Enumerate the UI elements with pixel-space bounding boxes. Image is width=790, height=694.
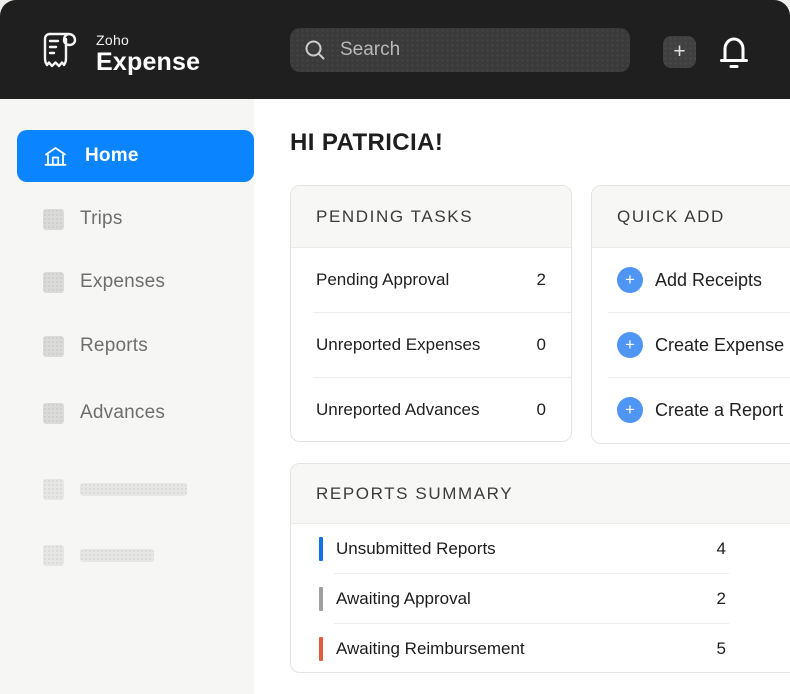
sidebar-skeleton-item <box>0 533 254 577</box>
row-value: 0 <box>537 400 546 420</box>
create-report-button[interactable]: + Create a Report <box>592 378 790 442</box>
trips-placeholder-icon <box>43 209 64 230</box>
status-tick <box>319 587 323 611</box>
app-logo[interactable]: Zoho Expense <box>38 28 200 79</box>
action-label: Create Expense <box>655 335 784 356</box>
unreported-expenses-row[interactable]: Unreported Expenses 0 <box>291 313 571 377</box>
search-input[interactable] <box>340 39 616 61</box>
reports-summary-card: REPORTS SUMMARY Unsubmitted Reports 4 Aw… <box>290 463 790 673</box>
sidebar-item-home[interactable]: Home <box>17 130 254 182</box>
row-value: 4 <box>717 539 726 559</box>
sidebar-skeleton-item <box>0 467 254 511</box>
pending-tasks-card: PENDING TASKS Pending Approval 2 Unrepor… <box>290 185 572 442</box>
sidebar-item-reports[interactable]: Reports <box>0 324 254 368</box>
sidebar-item-label: Home <box>85 145 139 167</box>
sidebar-item-trips[interactable]: Trips <box>0 197 254 241</box>
expenses-placeholder-icon <box>43 272 64 293</box>
status-tick <box>319 537 323 561</box>
row-value: 5 <box>717 639 726 659</box>
sidebar-item-expenses[interactable]: Expenses <box>0 260 254 304</box>
bell-icon <box>717 34 751 70</box>
skeleton-icon <box>43 545 64 566</box>
brand-zoho: Zoho <box>96 33 200 47</box>
unreported-advances-row[interactable]: Unreported Advances 0 <box>291 378 571 442</box>
sidebar-item-label: Expenses <box>80 271 165 293</box>
search-box[interactable] <box>290 28 630 72</box>
reports-placeholder-icon <box>43 336 64 357</box>
quick-add-header: QUICK ADD <box>592 186 790 248</box>
sidebar-item-label: Advances <box>80 402 165 424</box>
skeleton-bar <box>80 483 187 496</box>
advances-placeholder-icon <box>43 403 64 424</box>
plus-circle-icon: + <box>617 332 643 358</box>
row-label: Unreported Advances <box>316 400 537 420</box>
logo-wordmark: Zoho Expense <box>96 33 200 75</box>
add-receipts-button[interactable]: + Add Receipts <box>592 248 790 312</box>
action-label: Add Receipts <box>655 270 762 291</box>
row-value: 2 <box>717 589 726 609</box>
add-button[interactable]: + <box>663 36 696 68</box>
row-label: Awaiting Reimbursement <box>336 639 717 659</box>
sidebar-item-label: Reports <box>80 335 148 357</box>
greeting-heading: HI PATRICIA! <box>290 129 443 157</box>
quick-add-card: QUICK ADD + Add Receipts + Create Expens… <box>591 185 790 444</box>
row-label: Unreported Expenses <box>316 335 537 355</box>
status-tick <box>319 637 323 661</box>
skeleton-icon <box>43 479 64 500</box>
notifications-button[interactable] <box>716 33 752 71</box>
sidebar: Home Trips Expenses Reports Advances <box>0 99 254 694</box>
row-value: 0 <box>537 335 546 355</box>
awaiting-reimbursement-row[interactable]: Awaiting Reimbursement 5 <box>291 624 790 673</box>
skeleton-bar <box>80 549 154 562</box>
unsubmitted-reports-row[interactable]: Unsubmitted Reports 4 <box>291 524 790 573</box>
awaiting-approval-row[interactable]: Awaiting Approval 2 <box>291 574 790 623</box>
row-label: Awaiting Approval <box>336 589 717 609</box>
card-title: REPORTS SUMMARY <box>316 484 513 504</box>
plus-icon: + <box>673 41 685 62</box>
sidebar-item-label: Trips <box>80 208 123 230</box>
card-title: PENDING TASKS <box>316 207 473 227</box>
row-value: 2 <box>537 270 546 290</box>
search-icon <box>304 39 326 61</box>
row-label: Pending Approval <box>316 270 537 290</box>
sidebar-item-advances[interactable]: Advances <box>0 391 254 435</box>
pending-tasks-header: PENDING TASKS <box>291 186 571 248</box>
create-expense-button[interactable]: + Create Expense <box>592 313 790 377</box>
main-content: HI PATRICIA! PENDING TASKS Pending Appro… <box>254 99 790 694</box>
pending-approval-row[interactable]: Pending Approval 2 <box>291 248 571 312</box>
home-icon <box>43 145 68 168</box>
topbar: Zoho Expense + <box>0 0 790 99</box>
reports-summary-header: REPORTS SUMMARY <box>291 464 790 524</box>
receipt-logo-icon <box>38 28 84 79</box>
brand-expense: Expense <box>96 50 200 75</box>
plus-circle-icon: + <box>617 397 643 423</box>
plus-circle-icon: + <box>617 267 643 293</box>
row-label: Unsubmitted Reports <box>336 539 717 559</box>
action-label: Create a Report <box>655 400 783 421</box>
card-title: QUICK ADD <box>617 207 725 227</box>
